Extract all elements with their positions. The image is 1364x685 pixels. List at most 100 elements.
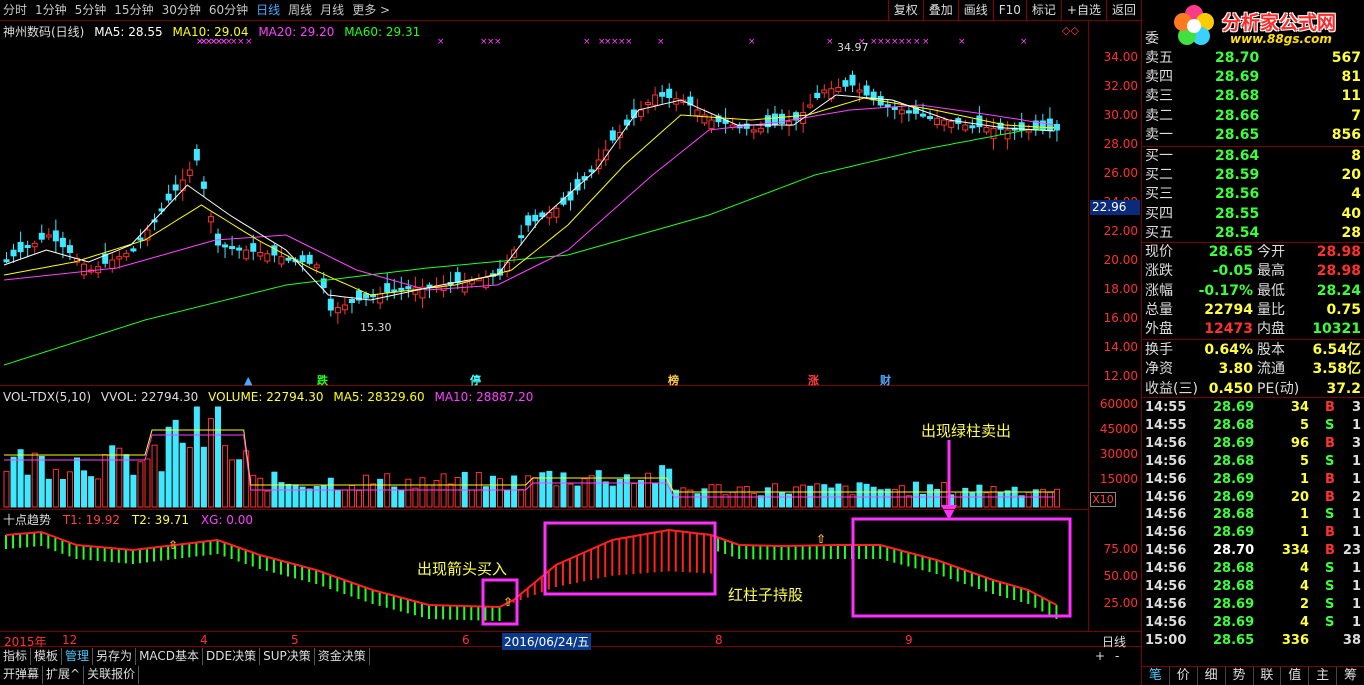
candle-body — [771, 113, 778, 126]
candle-body — [821, 89, 828, 94]
order-book-row[interactable]: 买一 28.64 8 — [1145, 147, 1361, 166]
vol-ma10-value: MA10: 28887.20 — [434, 390, 534, 404]
date-axis: 2015年 12 4 5 6 2016/06/24/五 8 9 日线 — [0, 631, 1141, 650]
order-book-row[interactable]: 买三 28.56 4 — [1145, 185, 1361, 204]
volume-bar — [468, 489, 475, 508]
quote-tab-5[interactable]: 值 — [1281, 667, 1310, 685]
volume-bar — [320, 484, 327, 508]
indicator-tab-3[interactable]: 另存为 — [93, 648, 137, 665]
zoom-controls[interactable]: +- — [1095, 649, 1129, 663]
candle-body — [849, 74, 856, 86]
volume-bar — [327, 477, 334, 508]
panel-divider-main — [0, 385, 1088, 386]
quote-tab-4[interactable]: 联 — [1254, 667, 1282, 685]
event-marker[interactable]: 涨 — [808, 372, 819, 388]
extra-tab-2[interactable]: 关联报价 — [84, 666, 140, 684]
indicator-tab-0[interactable]: 指标 — [0, 648, 32, 665]
high-price-label: 34.97 — [837, 41, 869, 54]
candle-body — [941, 119, 948, 126]
indicator-legend: 十点趋势 T1: 19.92 T2: 39.71 XG: 0.00 — [3, 511, 261, 528]
event-marker[interactable]: 财 — [880, 372, 891, 388]
extra-tab-0[interactable]: 开弹幕 — [0, 666, 44, 684]
candle-body — [137, 237, 144, 241]
volume-tick-label: 45000 — [1099, 422, 1138, 436]
volume-bar — [38, 455, 45, 508]
order-book-row[interactable]: 买四 28.55 40 — [1145, 205, 1361, 224]
order-book-row[interactable]: 卖五 28.70 567 — [1145, 49, 1361, 68]
indicator-tab-4[interactable]: MACD基本 — [136, 648, 204, 665]
stat-row: 涨幅 -0.17% 最低 28.24 — [1145, 282, 1361, 299]
indicator-tab-1[interactable]: 模板 — [31, 648, 63, 665]
candle-body — [384, 283, 391, 293]
signal-mark: × — [220, 37, 228, 47]
quote-tab-1[interactable]: 价 — [1170, 667, 1198, 685]
tick-row: 14:56 28.68 1 S 1 — [1145, 507, 1361, 523]
volume-bar — [708, 484, 715, 508]
candle-body — [652, 94, 659, 106]
volume-legend: VOL-TDX(5,10) VVOL: 22794.30 VOLUME: 227… — [3, 390, 539, 404]
price-tick-label: 22.00 — [1103, 224, 1138, 238]
candle-body — [123, 252, 130, 258]
order-book-row[interactable]: 卖二 28.66 7 — [1145, 107, 1361, 126]
candle-body — [856, 89, 863, 93]
event-marker[interactable]: 跌 — [317, 372, 328, 388]
candle-body — [207, 216, 214, 223]
order-book-row[interactable]: 买五 28.54 28 — [1145, 224, 1361, 243]
volume-bar — [116, 447, 123, 508]
candle-body — [863, 85, 870, 96]
event-marker[interactable]: 停 — [470, 372, 481, 388]
quote-tab-6[interactable]: 主 — [1309, 667, 1338, 685]
date-label: 5 — [291, 633, 299, 647]
tick-row: 14:56 28.68 4 S 1 — [1145, 561, 1361, 577]
volume-bar — [1004, 490, 1011, 508]
order-book-row[interactable]: 买二 28.59 20 — [1145, 166, 1361, 185]
candle-body — [264, 253, 271, 262]
quote-tab-7[interactable]: 筹 — [1337, 667, 1364, 685]
candle-body — [532, 214, 539, 222]
buy-arrow-icon: ⇧ — [503, 595, 513, 609]
indicator-t1: T1: 19.92 — [62, 513, 121, 527]
buy-arrow-icon: ⇧ — [816, 532, 826, 546]
candle-body — [186, 169, 193, 176]
quote-tab-0[interactable]: 笔 — [1142, 667, 1170, 685]
vvol-value: VVOL: 22794.30 — [100, 390, 199, 404]
volume-bar — [334, 490, 341, 508]
indicator-tick-label: 50.00 — [1103, 569, 1138, 583]
volume-bar — [955, 491, 962, 508]
candle-body — [250, 243, 257, 252]
volume-bar — [715, 484, 722, 508]
candle-body — [236, 247, 243, 251]
volume-bar — [186, 447, 193, 508]
volume-bar — [863, 483, 870, 508]
date-label: 2016/06/24/五 — [502, 633, 592, 650]
volume-bar — [370, 483, 377, 508]
order-book-row[interactable]: 卖四 28.69 81 — [1145, 68, 1361, 87]
date-label: 8 — [715, 633, 723, 647]
volume-bar — [786, 493, 793, 508]
volume-bar — [144, 458, 151, 508]
candle-body — [934, 117, 941, 125]
quote-tab-2[interactable]: 细 — [1198, 667, 1226, 685]
indicator-tab-2[interactable]: 管理 — [62, 648, 94, 665]
event-marker[interactable]: 榜 — [668, 372, 679, 388]
candle-body — [81, 263, 88, 276]
indicator-tab-6[interactable]: SUP决策 — [260, 648, 315, 665]
extra-tab-1[interactable]: 扩展^ — [43, 666, 85, 684]
chart-canvas[interactable]: ×××××××× × × × × × × × ×× × × × × × × × × × × × × × × × × ×××××××… — [0, 0, 1141, 648]
quote-tab-3[interactable]: 势 — [1226, 667, 1254, 685]
order-book-row[interactable]: 卖三 28.68 11 — [1145, 87, 1361, 106]
order-book-row[interactable]: 卖一 28.65 856 — [1145, 126, 1361, 145]
candle-body — [588, 169, 595, 173]
indicator-tab-5[interactable]: DDE决策 — [203, 648, 261, 665]
indicator-tab-7[interactable]: 资金决策 — [315, 648, 370, 665]
candle-body — [3, 259, 10, 263]
volume-bar — [976, 484, 983, 508]
candle-body — [842, 80, 849, 87]
candle-body — [24, 245, 31, 249]
candle-body — [454, 272, 461, 283]
candle-body — [229, 246, 236, 250]
tick-row: 14:56 28.68 4 S 1 — [1145, 579, 1361, 594]
indicator-tabs: 指标 模板 管理 另存为 MACD基本 DDE决策 SUP决策 资金决策 — [0, 648, 370, 665]
candle-body — [708, 119, 715, 130]
volume-bar — [828, 487, 835, 508]
